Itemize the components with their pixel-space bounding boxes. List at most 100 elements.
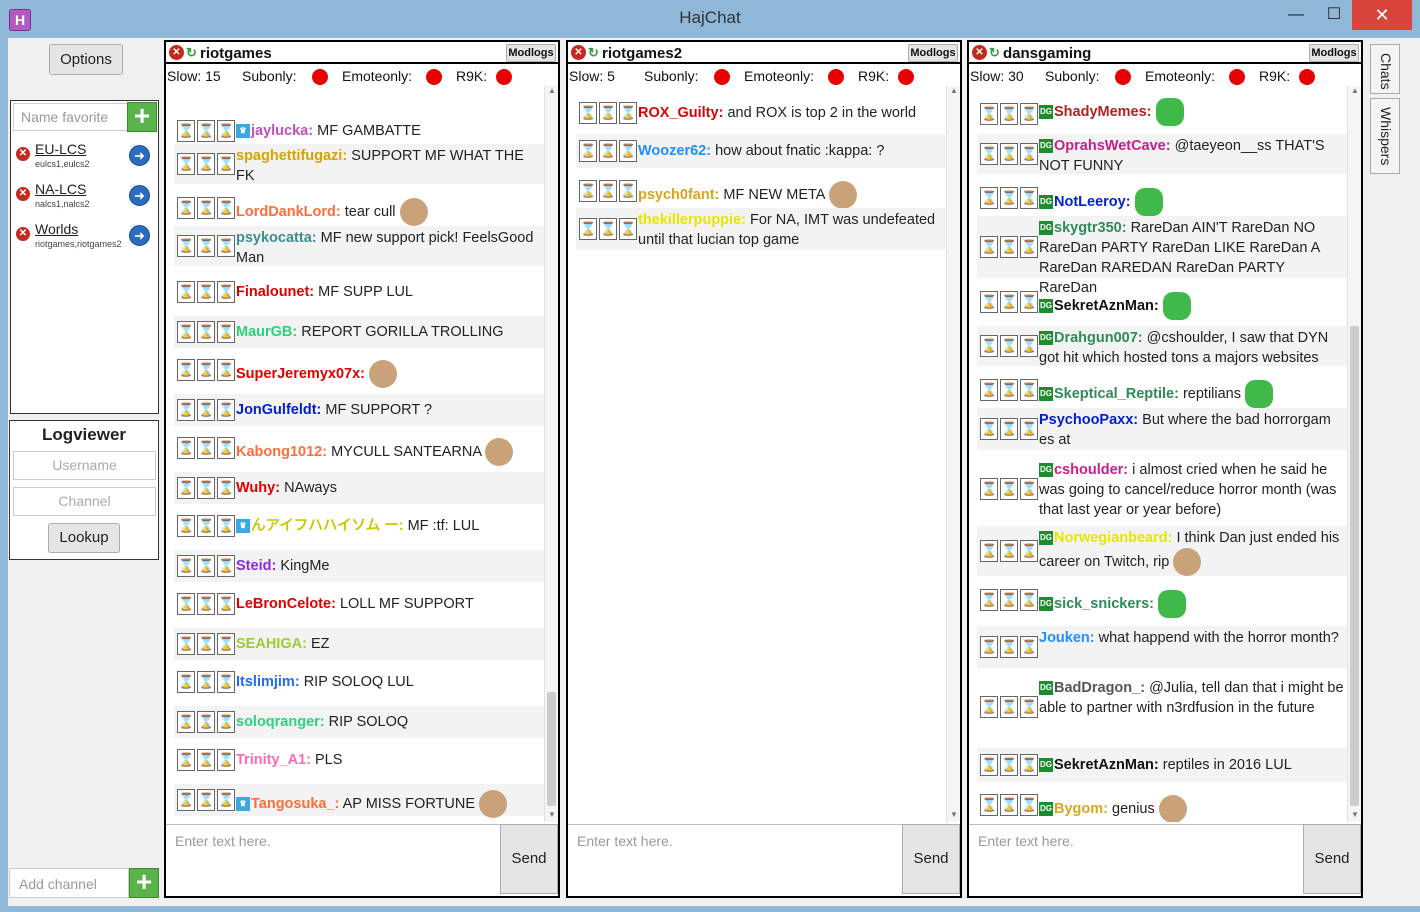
timeout-hourglass-icon[interactable]: ⌛: [177, 477, 195, 499]
chat-username[interactable]: soloqranger:: [236, 714, 325, 730]
scroll-up-icon[interactable]: ▲: [947, 86, 961, 98]
timeout-hourglass-icon[interactable]: ⌛: [1020, 236, 1038, 258]
close-pane-icon[interactable]: ✕: [972, 45, 987, 60]
timeout-hourglass-icon[interactable]: ⌛: [217, 711, 235, 733]
timeout-hourglass-icon[interactable]: ⌛: [217, 633, 235, 655]
chat-username[interactable]: spaghettifugazi:: [236, 148, 347, 164]
timeout-hourglass-icon[interactable]: ⌛: [197, 555, 215, 577]
chat-username[interactable]: Woozer62:: [638, 143, 711, 159]
timeout-hourglass-icon[interactable]: ⌛: [1020, 187, 1038, 209]
timeout-hourglass-icon[interactable]: ⌛: [1000, 794, 1018, 816]
timeout-hourglass-icon[interactable]: ⌛: [1020, 696, 1038, 718]
chat-username[interactable]: SekretAznMan:: [1054, 757, 1159, 773]
chat-username[interactable]: SekretAznMan:: [1054, 298, 1159, 314]
tab-whispers[interactable]: Whispers: [1370, 98, 1400, 174]
timeout-hourglass-icon[interactable]: ⌛: [177, 399, 195, 421]
timeout-hourglass-icon[interactable]: ⌛: [1020, 143, 1038, 165]
timeout-hourglass-icon[interactable]: ⌛: [217, 153, 235, 175]
timeout-hourglass-icon[interactable]: ⌛: [619, 180, 637, 202]
modlogs-button[interactable]: Modlogs: [1309, 44, 1359, 62]
timeout-hourglass-icon[interactable]: ⌛: [177, 281, 195, 303]
message-input[interactable]: Enter text here.: [568, 824, 902, 894]
chat-username[interactable]: Kabong1012:: [236, 444, 327, 460]
remove-favorite-icon[interactable]: ✕: [16, 227, 30, 241]
chat-username[interactable]: Trinity_A1:: [236, 752, 311, 768]
open-favorite-arrow-icon[interactable]: ➜: [129, 185, 150, 206]
favorite-item-worlds[interactable]: ✕ Worlds riotgames,riotgames2 ➜: [11, 219, 158, 255]
timeout-hourglass-icon[interactable]: ⌛: [619, 102, 637, 124]
timeout-hourglass-icon[interactable]: ⌛: [177, 235, 195, 257]
favorite-name[interactable]: Worlds: [35, 221, 78, 237]
timeout-hourglass-icon[interactable]: ⌛: [980, 187, 998, 209]
favorite-name-input[interactable]: Name favorite: [13, 103, 128, 131]
timeout-hourglass-icon[interactable]: ⌛: [579, 102, 597, 124]
username-input[interactable]: Username: [13, 451, 156, 480]
favorite-item-eu-lcs[interactable]: ✕ EU-LCS eulcs1,eulcs2 ➜: [11, 139, 158, 175]
timeout-hourglass-icon[interactable]: ⌛: [197, 120, 215, 142]
timeout-hourglass-icon[interactable]: ⌛: [599, 140, 617, 162]
timeout-hourglass-icon[interactable]: ⌛: [1020, 418, 1038, 440]
options-button[interactable]: Options: [49, 44, 123, 75]
timeout-hourglass-icon[interactable]: ⌛: [980, 636, 998, 658]
open-favorite-arrow-icon[interactable]: ➜: [129, 225, 150, 246]
timeout-hourglass-icon[interactable]: ⌛: [197, 789, 215, 811]
channel-input[interactable]: Channel: [13, 487, 156, 516]
timeout-hourglass-icon[interactable]: ⌛: [980, 236, 998, 258]
timeout-hourglass-icon[interactable]: ⌛: [177, 789, 195, 811]
timeout-hourglass-icon[interactable]: ⌛: [217, 789, 235, 811]
chat-username[interactable]: LordDankLord:: [236, 204, 341, 220]
timeout-hourglass-icon[interactable]: ⌛: [980, 379, 998, 401]
timeout-hourglass-icon[interactable]: ⌛: [197, 197, 215, 219]
chat-username[interactable]: JonGulfeldt:: [236, 402, 321, 418]
remove-favorite-icon[interactable]: ✕: [16, 187, 30, 201]
message-input[interactable]: Enter text here.: [969, 824, 1303, 894]
chat-username[interactable]: OprahsWetCave:: [1054, 138, 1171, 154]
timeout-hourglass-icon[interactable]: ⌛: [217, 515, 235, 537]
add-channel-plus-icon[interactable]: +: [129, 868, 159, 898]
timeout-hourglass-icon[interactable]: ⌛: [980, 794, 998, 816]
timeout-hourglass-icon[interactable]: ⌛: [1020, 103, 1038, 125]
timeout-hourglass-icon[interactable]: ⌛: [1020, 540, 1038, 562]
timeout-hourglass-icon[interactable]: ⌛: [217, 593, 235, 615]
timeout-hourglass-icon[interactable]: ⌛: [197, 477, 215, 499]
timeout-hourglass-icon[interactable]: ⌛: [177, 515, 195, 537]
timeout-hourglass-icon[interactable]: ⌛: [599, 218, 617, 240]
chat-scrollbar[interactable]: ▲ ▼: [544, 86, 558, 822]
chat-username[interactable]: ShadyMemes:: [1054, 104, 1152, 120]
chat-username[interactable]: sick_snickers:: [1054, 596, 1154, 612]
timeout-hourglass-icon[interactable]: ⌛: [177, 197, 195, 219]
timeout-hourglass-icon[interactable]: ⌛: [980, 540, 998, 562]
timeout-hourglass-icon[interactable]: ⌛: [980, 103, 998, 125]
timeout-hourglass-icon[interactable]: ⌛: [197, 153, 215, 175]
timeout-hourglass-icon[interactable]: ⌛: [217, 120, 235, 142]
scroll-down-icon[interactable]: ▼: [947, 810, 961, 822]
timeout-hourglass-icon[interactable]: ⌛: [177, 120, 195, 142]
lookup-button[interactable]: Lookup: [48, 523, 120, 553]
timeout-hourglass-icon[interactable]: ⌛: [980, 696, 998, 718]
chat-username[interactable]: Drahgun007:: [1054, 330, 1143, 346]
timeout-hourglass-icon[interactable]: ⌛: [177, 555, 195, 577]
favorite-item-na-lcs[interactable]: ✕ NA-LCS nalcs1,nalcs2 ➜: [11, 179, 158, 215]
timeout-hourglass-icon[interactable]: ⌛: [1000, 754, 1018, 776]
chat-username[interactable]: psykocatta:: [236, 230, 317, 246]
modlogs-button[interactable]: Modlogs: [908, 44, 958, 62]
timeout-hourglass-icon[interactable]: ⌛: [980, 418, 998, 440]
timeout-hourglass-icon[interactable]: ⌛: [619, 218, 637, 240]
reconnect-icon[interactable]: ↻: [588, 45, 600, 60]
timeout-hourglass-icon[interactable]: ⌛: [197, 593, 215, 615]
maximize-button[interactable]: ☐: [1320, 0, 1348, 30]
chat-username[interactable]: SEAHIGA:: [236, 636, 307, 652]
timeout-hourglass-icon[interactable]: ⌛: [1000, 418, 1018, 440]
chat-username[interactable]: NotLeeroy:: [1054, 194, 1131, 210]
timeout-hourglass-icon[interactable]: ⌛: [599, 180, 617, 202]
timeout-hourglass-icon[interactable]: ⌛: [1020, 589, 1038, 611]
reconnect-icon[interactable]: ↻: [989, 45, 1001, 60]
timeout-hourglass-icon[interactable]: ⌛: [599, 102, 617, 124]
send-button[interactable]: Send: [902, 824, 960, 894]
close-button[interactable]: ✕: [1352, 0, 1412, 30]
message-input[interactable]: Enter text here.: [166, 824, 500, 894]
scroll-down-icon[interactable]: ▼: [545, 810, 559, 822]
timeout-hourglass-icon[interactable]: ⌛: [1000, 103, 1018, 125]
scroll-up-icon[interactable]: ▲: [545, 86, 559, 98]
chat-username[interactable]: Bygom:: [1054, 801, 1108, 817]
